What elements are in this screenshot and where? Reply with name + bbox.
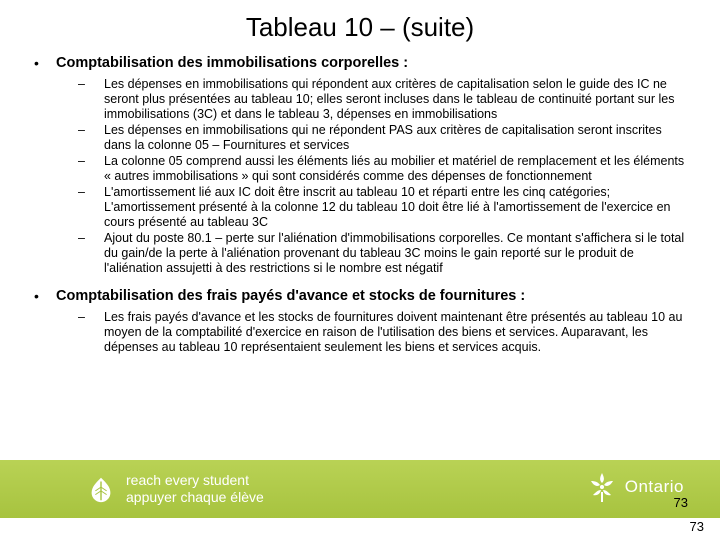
slide-title: Tableau 10 – (suite) — [0, 0, 720, 53]
list-item: – Les frais payés d'avance et les stocks… — [78, 310, 686, 355]
bullet-dot: • — [34, 53, 56, 73]
slide-content: • Comptabilisation des immobilisations c… — [0, 53, 720, 355]
bullet-dash: – — [78, 77, 104, 92]
section-1-list: – Les dépenses en immobilisations qui ré… — [78, 77, 686, 276]
footer-left: reach every student appuyer chaque élève — [0, 472, 264, 506]
list-item-text: Ajout du poste 80.1 – perte sur l'aliéna… — [104, 231, 686, 276]
list-item: – Les dépenses en immobilisations qui ne… — [78, 123, 686, 153]
ontario-mark: Ontario — [585, 470, 684, 504]
section-1: • Comptabilisation des immobilisations c… — [34, 53, 686, 73]
footer-bar: reach every student appuyer chaque élève — [0, 460, 720, 518]
section-1-heading: Comptabilisation des immobilisations cor… — [56, 53, 408, 73]
page-number-upper: 73 — [674, 495, 688, 510]
reach-fr: appuyer chaque élève — [126, 489, 264, 506]
ontario-text: Ontario — [625, 477, 684, 497]
list-item-text: Les dépenses en immobilisations qui répo… — [104, 77, 686, 122]
list-item-text: L'amortissement lié aux IC doit être ins… — [104, 185, 686, 230]
list-item: – L'amortissement lié aux IC doit être i… — [78, 185, 686, 230]
reach-en: reach every student — [126, 472, 264, 489]
bullet-dash: – — [78, 185, 104, 200]
list-item: – La colonne 05 comprend aussi les éléme… — [78, 154, 686, 184]
bullet-dash: – — [78, 231, 104, 246]
page-number-lower: 73 — [690, 519, 704, 534]
bullet-dash: – — [78, 310, 104, 325]
bullet-dash: – — [78, 123, 104, 138]
section-2: • Comptabilisation des frais payés d'ava… — [34, 286, 686, 306]
list-item-text: Les frais payés d'avance et les stocks d… — [104, 310, 686, 355]
bullet-dash: – — [78, 154, 104, 169]
section-2-heading: Comptabilisation des frais payés d'avanc… — [56, 286, 525, 306]
list-item-text: Les dépenses en immobilisations qui ne r… — [104, 123, 686, 153]
bullet-dot: • — [34, 286, 56, 306]
reach-text: reach every student appuyer chaque élève — [126, 472, 264, 506]
section-2-list: – Les frais payés d'avance et les stocks… — [78, 310, 686, 355]
slide: Tableau 10 – (suite) • Comptabilisation … — [0, 0, 720, 540]
list-item-text: La colonne 05 comprend aussi les élément… — [104, 154, 686, 184]
list-item: – Les dépenses en immobilisations qui ré… — [78, 77, 686, 122]
trillium-icon — [585, 470, 619, 504]
list-item: – Ajout du poste 80.1 – perte sur l'alié… — [78, 231, 686, 276]
leaf-icon — [86, 474, 116, 504]
